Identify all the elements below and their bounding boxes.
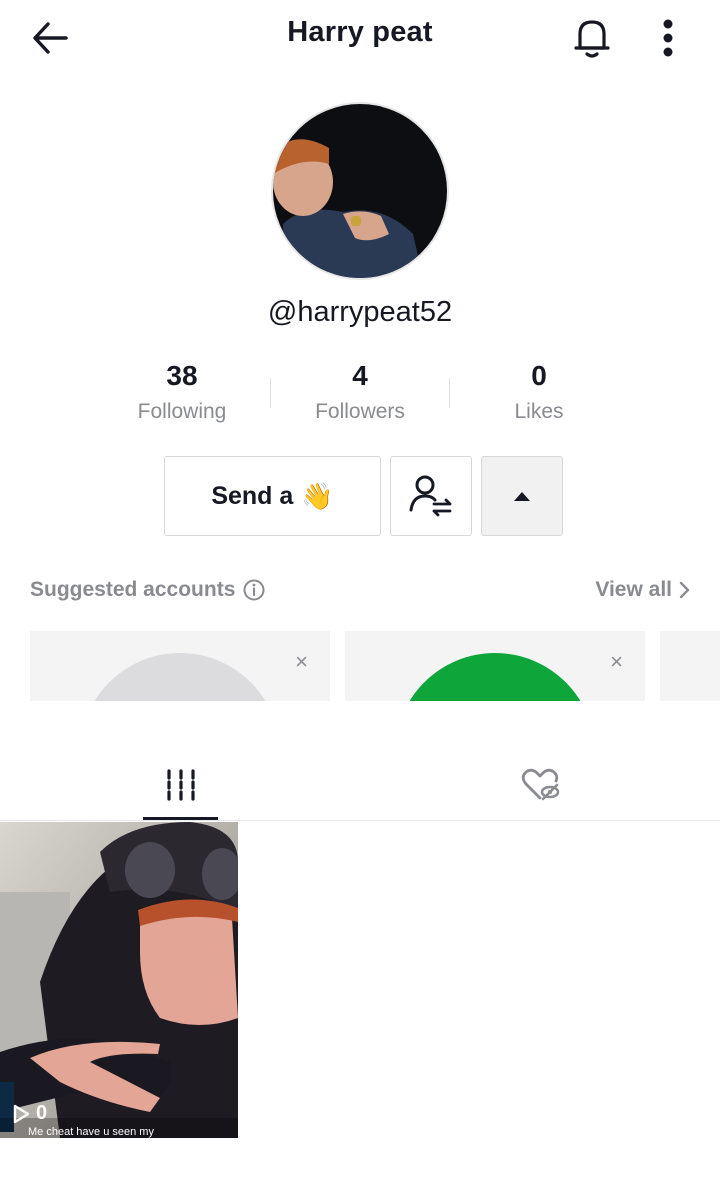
- collapse-suggestions-button[interactable]: [481, 456, 563, 536]
- video-thumbnail[interactable]: [0, 822, 238, 1138]
- send-wave-button[interactable]: Send a 👋: [164, 456, 381, 536]
- dismiss-card-icon[interactable]: ×: [610, 651, 623, 673]
- send-button-label: Send a: [211, 481, 294, 510]
- wave-hand-icon: 👋: [301, 480, 334, 511]
- stat-likes[interactable]: 0 Likes: [449, 358, 629, 424]
- video-thumbnail-image: [0, 822, 238, 1138]
- grid-icon: [166, 769, 195, 801]
- suggested-account-card[interactable]: [660, 631, 720, 701]
- dismiss-card-icon[interactable]: ×: [295, 651, 308, 673]
- suggested-account-card[interactable]: ×: [30, 631, 330, 701]
- likes-label: Likes: [514, 400, 564, 423]
- more-options-icon[interactable]: [648, 12, 688, 64]
- play-icon: [13, 1104, 30, 1123]
- username: @harrypeat52: [267, 296, 453, 328]
- suggested-friends-button[interactable]: [390, 456, 472, 536]
- suggested-accounts-header: Suggested accounts: [30, 578, 265, 602]
- suggested-account-avatar: [395, 653, 595, 701]
- video-caption: Me cheat have u seen my: [28, 1126, 154, 1138]
- following-label: Following: [137, 400, 227, 423]
- bell-icon[interactable]: [566, 12, 618, 64]
- stat-following[interactable]: 38 Following: [92, 358, 272, 424]
- suggested-account-card[interactable]: ×: [345, 631, 645, 701]
- tab-divider: [0, 820, 720, 821]
- chevron-right-icon: [679, 581, 690, 599]
- info-icon[interactable]: [243, 579, 265, 601]
- following-count: 38: [166, 360, 198, 391]
- caret-up-icon: [514, 492, 530, 501]
- view-all-label: View all: [595, 578, 672, 601]
- suggested-accounts-title: Suggested accounts: [30, 578, 236, 601]
- followers-count: 4: [352, 360, 368, 391]
- stat-followers[interactable]: 4 Followers: [270, 358, 450, 424]
- tab-videos[interactable]: [143, 760, 218, 810]
- likes-count: 0: [531, 360, 547, 391]
- profile-avatar[interactable]: [271, 102, 449, 280]
- suggested-account-avatar: [80, 653, 280, 701]
- view-all-link[interactable]: View all: [595, 578, 690, 602]
- followers-label: Followers: [315, 400, 405, 423]
- video-view-count: 0: [12, 1102, 47, 1125]
- view-count: 0: [36, 1102, 48, 1124]
- tab-liked-videos[interactable]: [505, 760, 575, 810]
- hidden-heart-icon: [521, 768, 560, 801]
- person-swap-icon: [409, 475, 452, 517]
